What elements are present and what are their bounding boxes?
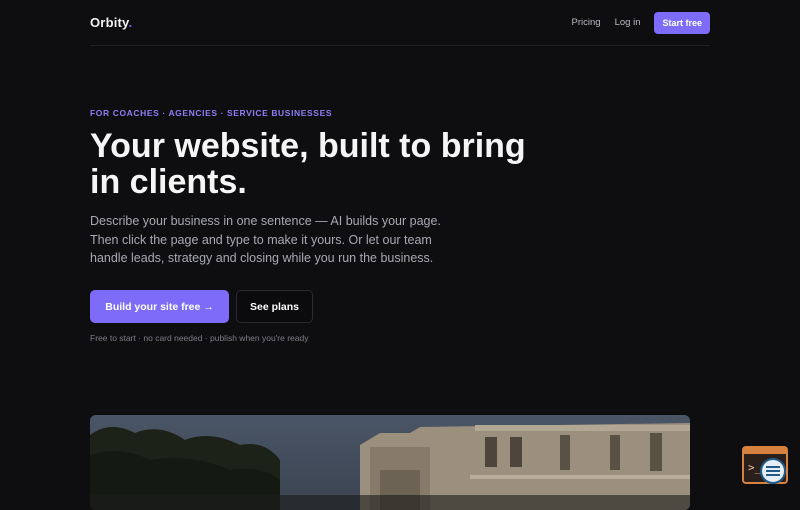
start-free-button[interactable]: Start free	[654, 11, 710, 34]
hero-photo	[90, 415, 690, 510]
chat-assistant-icon: >_	[742, 446, 788, 484]
logo-dot: .	[128, 15, 133, 30]
hero-eyebrow: FOR COACHES · AGENCIES · SERVICE BUSINES…	[90, 108, 333, 118]
nav-actions: Pricing Log in Start free	[572, 11, 710, 34]
nav-link-login[interactable]: Log in	[615, 17, 641, 28]
logo[interactable]: Orbity.	[90, 15, 132, 30]
hero-image	[90, 415, 690, 510]
hero-headline: Your website, built to bring in clients.	[90, 127, 526, 201]
top-nav: Orbity. Pricing Log in Start free	[90, 0, 710, 46]
hero-fineprint: Free to start · no card needed · publish…	[90, 333, 309, 343]
logo-text: Orbity	[90, 15, 129, 30]
nav-link-pricing[interactable]: Pricing	[572, 17, 601, 28]
build-site-button[interactable]: Build your site free →	[90, 290, 229, 323]
see-plans-button[interactable]: See plans	[236, 290, 313, 323]
svg-text:>_: >_	[748, 461, 762, 474]
chat-assistant-widget[interactable]: >_	[742, 446, 790, 486]
hero-lead: Describe your business in one sentence —…	[90, 214, 441, 265]
